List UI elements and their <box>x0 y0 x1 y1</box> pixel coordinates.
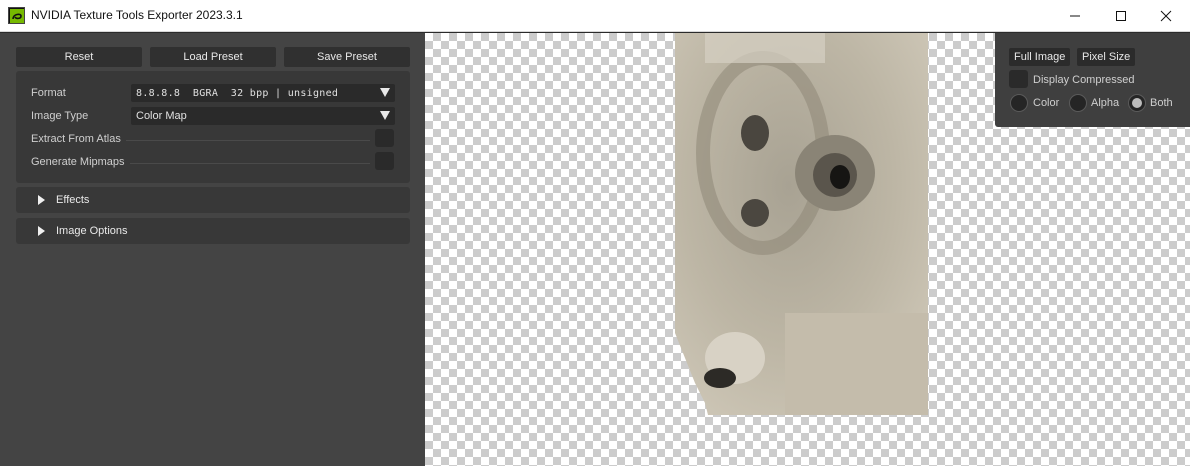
channel-alpha-label: Alpha <box>1091 97 1120 109</box>
channel-color-label: Color <box>1033 97 1060 109</box>
channel-color-radio[interactable] <box>1010 94 1028 112</box>
channel-both-radio[interactable] <box>1128 94 1146 112</box>
display-compressed-checkbox[interactable] <box>1009 70 1028 88</box>
extract-from-atlas-checkbox[interactable] <box>375 129 394 147</box>
channel-alpha-radio[interactable] <box>1069 94 1087 112</box>
channel-both-label: Both <box>1150 97 1173 109</box>
viewer-options-panel: Full Image Pixel Size Display Compressed… <box>995 33 1190 127</box>
expand-triangle-icon <box>38 195 45 205</box>
pixel-size-button[interactable]: Pixel Size <box>1077 48 1136 66</box>
section-image-options-label: Image Options <box>56 225 128 237</box>
dropdown-arrow-icon <box>380 88 390 97</box>
section-image-options[interactable]: Image Options <box>16 218 410 244</box>
image-type-dropdown[interactable]: Color Map <box>131 107 395 125</box>
expand-triangle-icon <box>38 226 45 236</box>
section-effects[interactable]: Effects <box>16 187 410 213</box>
divider <box>130 163 370 164</box>
display-compressed-label: Display Compressed <box>1033 74 1135 86</box>
settings-panel: Reset Load Preset Save Preset Format 8.8… <box>0 33 425 466</box>
generate-mipmaps-checkbox[interactable] <box>375 152 394 170</box>
minimize-button[interactable] <box>1052 0 1098 32</box>
format-label: Format <box>31 87 66 99</box>
reset-button[interactable]: Reset <box>16 47 142 67</box>
save-preset-button[interactable]: Save Preset <box>284 47 410 67</box>
dropdown-arrow-icon <box>380 111 390 120</box>
section-effects-label: Effects <box>56 194 90 206</box>
maximize-icon <box>1116 11 1126 21</box>
load-preset-button[interactable]: Load Preset <box>150 47 276 67</box>
minimize-icon <box>1070 15 1080 17</box>
image-type-value: Color Map <box>136 110 187 122</box>
full-image-button[interactable]: Full Image <box>1009 48 1071 66</box>
nvidia-logo-icon <box>8 7 25 24</box>
title-bar: NVIDIA Texture Tools Exporter 2023.3.1 <box>0 0 1190 32</box>
generate-mipmaps-label: Generate Mipmaps <box>31 156 125 168</box>
image-type-label: Image Type <box>31 110 89 122</box>
close-button[interactable] <box>1143 0 1189 32</box>
format-dropdown[interactable]: 8.8.8.8 BGRA 32 bpp | unsigned <box>131 84 395 102</box>
extract-from-atlas-label: Extract From Atlas <box>31 133 121 145</box>
format-value: 8.8.8.8 BGRA 32 bpp | unsigned <box>136 88 339 99</box>
texture-preview-image <box>675 33 928 415</box>
maximize-button[interactable] <box>1098 0 1144 32</box>
close-icon <box>1160 10 1172 22</box>
format-settings-group: Format 8.8.8.8 BGRA 32 bpp | unsigned Im… <box>16 71 410 183</box>
divider <box>126 140 370 141</box>
window-title: NVIDIA Texture Tools Exporter 2023.3.1 <box>31 8 243 22</box>
